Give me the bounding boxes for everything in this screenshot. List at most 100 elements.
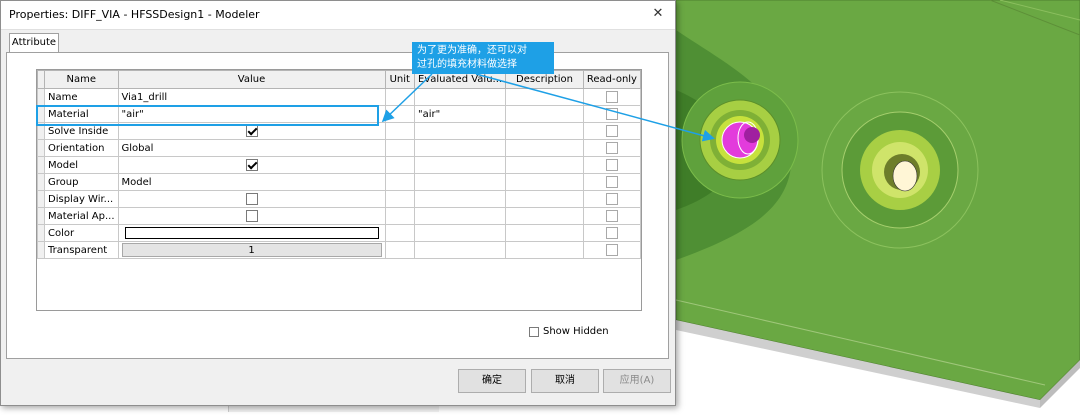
color-swatch[interactable]	[124, 227, 379, 239]
readonly-checkbox	[605, 142, 618, 154]
display-wireframe-checkbox[interactable]	[245, 193, 258, 205]
show-hidden-label: Show Hidden	[543, 326, 609, 337]
row-header[interactable]	[37, 139, 45, 157]
row-header[interactable]	[37, 122, 45, 140]
evaluated-cell	[414, 207, 507, 225]
property-value[interactable]: Via1_drill	[117, 88, 386, 106]
column-header-readonly[interactable]: Read-only	[582, 70, 641, 89]
readonly-cell	[582, 88, 641, 106]
row-header[interactable]	[37, 224, 45, 242]
evaluated-value: "air"	[414, 105, 507, 123]
readonly-cell	[582, 190, 641, 208]
unit-cell	[384, 105, 416, 123]
evaluated-cell	[414, 156, 507, 174]
close-icon[interactable]: ✕	[649, 5, 667, 23]
callout-line-1: 为了更为准确，还可以对	[417, 45, 527, 56]
evaluated-cell	[414, 241, 507, 259]
material-appearance-checkbox[interactable]	[245, 210, 258, 222]
readonly-checkbox	[605, 227, 618, 239]
unit-cell	[384, 173, 416, 191]
orientation-value[interactable]: Global	[117, 139, 386, 157]
evaluated-cell	[414, 224, 507, 242]
evaluated-cell	[414, 139, 507, 157]
table-row: Group Model	[37, 173, 641, 191]
display-wireframe-cell	[117, 190, 386, 208]
readonly-cell	[582, 207, 641, 225]
description-cell	[505, 173, 584, 191]
table-row: Orientation Global	[37, 139, 641, 157]
readonly-cell	[582, 173, 641, 191]
property-name: Group	[44, 173, 119, 191]
show-hidden-checkbox[interactable]	[529, 326, 539, 337]
readonly-checkbox	[605, 210, 618, 222]
property-name: Orientation	[44, 139, 119, 157]
unit-cell	[384, 241, 416, 259]
unit-cell	[384, 190, 416, 208]
model-cell	[117, 156, 386, 174]
show-hidden-toggle[interactable]: Show Hidden	[529, 326, 609, 337]
readonly-cell	[582, 224, 641, 242]
readonly-checkbox	[605, 193, 618, 205]
row-header[interactable]	[37, 156, 45, 174]
solve-inside-checkbox[interactable]	[245, 125, 258, 137]
row-header[interactable]	[37, 105, 45, 123]
transparent-value-button[interactable]: 1	[121, 243, 382, 257]
row-header[interactable]	[37, 88, 45, 106]
table-row: Material "air" "air"	[37, 105, 641, 123]
readonly-checkbox	[605, 91, 618, 103]
callout-line-2: 过孔的填充材料做选择	[417, 59, 517, 70]
table-row: Name Via1_drill	[37, 88, 641, 106]
readonly-cell	[582, 105, 641, 123]
column-header-value[interactable]: Value	[117, 70, 386, 89]
dialog-titlebar[interactable]: Properties: DIFF_VIA - HFSSDesign1 - Mod…	[1, 1, 675, 30]
readonly-checkbox	[605, 244, 618, 256]
row-header[interactable]	[37, 173, 45, 191]
readonly-checkbox	[605, 125, 618, 137]
evaluated-cell	[414, 173, 507, 191]
column-header-unit[interactable]: Unit	[384, 70, 416, 89]
cancel-button[interactable]: 取消	[531, 369, 599, 393]
color-cell	[117, 224, 386, 242]
description-cell	[505, 88, 584, 106]
dialog-title: Properties: DIFF_VIA - HFSSDesign1 - Mod…	[9, 8, 260, 21]
table-row: Transparent 1	[37, 241, 641, 259]
readonly-cell	[582, 156, 641, 174]
description-cell	[505, 156, 584, 174]
group-value[interactable]: Model	[117, 173, 386, 191]
description-cell	[505, 207, 584, 225]
table-row: Solve Inside	[37, 122, 641, 140]
row-header[interactable]	[37, 241, 45, 259]
property-grid[interactable]: Name Value Unit Evaluated Valu... Descri…	[36, 69, 642, 311]
description-cell	[505, 190, 584, 208]
row-header[interactable]	[37, 190, 45, 208]
material-value[interactable]: "air"	[117, 105, 386, 123]
unit-cell	[384, 207, 416, 225]
property-name: Model	[44, 156, 119, 174]
model-checkbox[interactable]	[245, 159, 258, 171]
properties-dialog: Properties: DIFF_VIA - HFSSDesign1 - Mod…	[0, 0, 676, 406]
readonly-checkbox	[605, 159, 618, 171]
unit-cell	[384, 139, 416, 157]
property-name: Solve Inside	[44, 122, 119, 140]
solve-inside-cell	[117, 122, 386, 140]
property-name: Material Ap...	[44, 207, 119, 225]
unit-cell	[384, 156, 416, 174]
apply-button[interactable]: 应用(A)	[603, 369, 671, 393]
column-header-name[interactable]: Name	[44, 70, 119, 89]
ok-button[interactable]: 确定	[458, 369, 526, 393]
material-appearance-cell	[117, 207, 386, 225]
description-cell	[505, 105, 584, 123]
row-header[interactable]	[37, 207, 45, 225]
table-row: Model	[37, 156, 641, 174]
description-cell	[505, 122, 584, 140]
readonly-checkbox	[605, 176, 618, 188]
evaluated-cell	[414, 122, 507, 140]
evaluated-cell	[414, 88, 507, 106]
unit-cell	[384, 88, 416, 106]
annotation-callout: 为了更为准确，还可以对 过孔的填充材料做选择	[412, 42, 554, 74]
transparent-cell: 1	[117, 241, 386, 259]
evaluated-cell	[414, 190, 507, 208]
property-name: Color	[44, 224, 119, 242]
property-name: Name	[44, 88, 119, 106]
tab-attribute[interactable]: Attribute	[9, 33, 59, 53]
